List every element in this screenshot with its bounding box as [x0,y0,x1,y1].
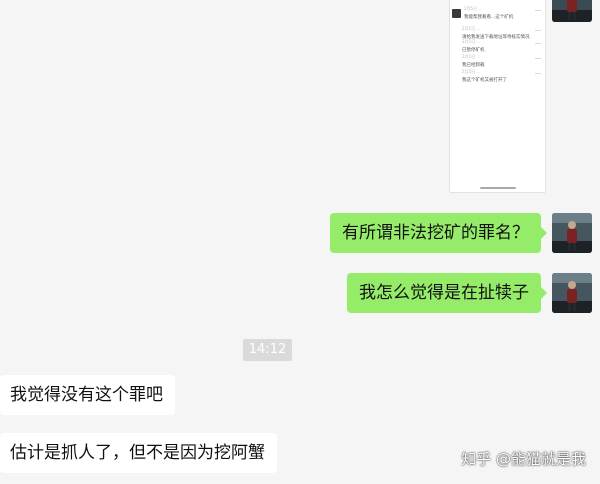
divider [535,58,541,59]
image-entry-text: 我这个矿机又被打开了 [462,78,507,83]
image-entry-time: 2月5日 ... [462,39,481,44]
image-entry-time: 2月5日 ... [462,54,481,59]
chat-bubble-incoming[interactable]: 估计是抓人了，但不是因为挖阿蟹 [0,433,277,473]
message-text: 我觉得没有这个罪吧 [10,385,163,405]
image-message-thumbnail[interactable]: 2月5日 ... 我能帮我看看...这个矿机 2月5日 ... 请给我发送下载地… [449,0,546,193]
image-entry-text: 已暂停矿机 [462,48,485,53]
image-entry-text: 我已经卸载 [462,63,485,68]
message-text: 我怎么觉得是在扯犊子 [359,283,529,303]
divider [535,10,541,11]
chat-bubble-incoming[interactable]: 我觉得没有这个罪吧 [0,375,175,415]
my-avatar[interactable] [552,0,592,22]
image-entry-time: 2月5日 ... [464,6,483,11]
watermark: 知乎 @能猫就是我 [461,450,586,468]
my-avatar[interactable] [552,213,592,253]
image-entry-text: 我能帮我看看...这个矿机 [464,15,514,20]
message-text: 有所谓非法挖矿的罪名？ [342,223,529,243]
image-entry-time: 2月5日 ... [462,69,481,74]
my-avatar[interactable] [552,273,592,313]
divider [535,30,541,31]
divider [535,73,541,74]
image-entry-time: 2月5日 ... [462,26,481,31]
chat-bubble-outgoing[interactable]: 我怎么觉得是在扯犊子 [347,273,547,313]
message-text: 估计是抓人了，但不是因为挖阿蟹 [10,443,265,463]
home-indicator [480,187,516,189]
message-timestamp: 14:12 [243,339,292,361]
chat-bubble-outgoing[interactable]: 有所谓非法挖矿的罪名？ [330,213,547,253]
divider [535,43,541,44]
